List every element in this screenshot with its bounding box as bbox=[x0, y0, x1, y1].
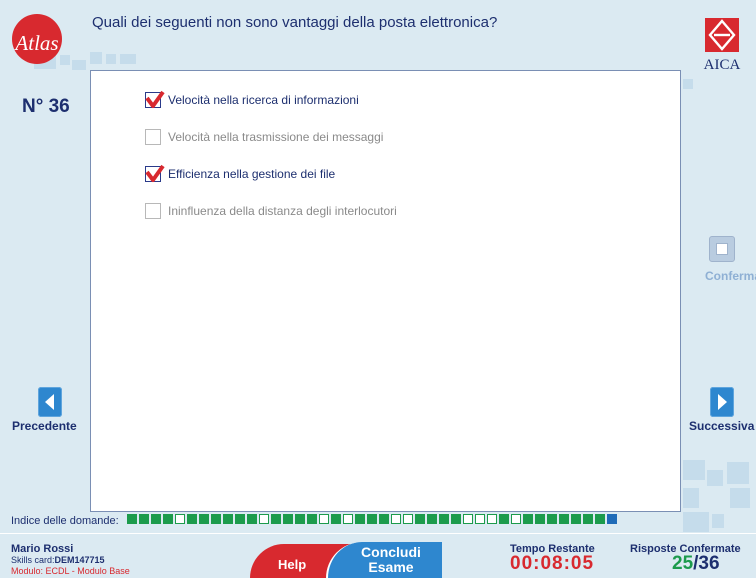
confirm-button[interactable] bbox=[709, 236, 735, 262]
checkbox-checked-icon[interactable] bbox=[145, 90, 165, 108]
atlas-logo: Atlas bbox=[12, 14, 62, 64]
question-index-item[interactable] bbox=[235, 514, 245, 524]
skills-card: Skills card:DEM147715 bbox=[11, 555, 105, 565]
arrow-right-icon bbox=[718, 394, 727, 410]
question-index-item[interactable] bbox=[127, 514, 137, 524]
question-number: N° 36 bbox=[22, 96, 70, 117]
checkbox-unchecked-icon[interactable] bbox=[145, 203, 161, 219]
skills-card-value: DEM147715 bbox=[54, 555, 105, 565]
arrow-left-icon bbox=[45, 394, 54, 410]
confirm-label[interactable]: Conferma bbox=[705, 269, 756, 283]
checkbox-unchecked-icon[interactable] bbox=[145, 129, 161, 145]
module-text: Modulo: ECDL - Modulo Base bbox=[11, 566, 130, 576]
question-index-item[interactable] bbox=[223, 514, 233, 524]
question-index-item[interactable] bbox=[451, 514, 461, 524]
user-name: Mario Rossi bbox=[11, 543, 74, 555]
aica-logo: AICA bbox=[694, 18, 750, 78]
question-index-item[interactable] bbox=[211, 514, 221, 524]
option-1[interactable]: Velocità nella ricerca di informazioni bbox=[145, 90, 359, 108]
previous-label[interactable]: Precedente bbox=[12, 419, 77, 433]
option-label: Ininfluenza della distanza degli interlo… bbox=[168, 204, 397, 218]
question-index-item[interactable] bbox=[475, 514, 485, 524]
question-index-item[interactable] bbox=[607, 514, 617, 524]
question-index-item[interactable] bbox=[571, 514, 581, 524]
question-index-item[interactable] bbox=[343, 514, 353, 524]
option-2[interactable]: Velocità nella trasmissione dei messaggi bbox=[145, 129, 383, 145]
question-index-item[interactable] bbox=[487, 514, 497, 524]
question-index-item[interactable] bbox=[175, 514, 185, 524]
question-index-item[interactable] bbox=[271, 514, 281, 524]
checkbox-checked-icon[interactable] bbox=[145, 164, 165, 182]
option-label: Efficienza nella gestione dei file bbox=[168, 167, 336, 181]
question-index-item[interactable] bbox=[427, 514, 437, 524]
question-index-item[interactable] bbox=[439, 514, 449, 524]
next-label[interactable]: Successiva bbox=[689, 419, 754, 433]
question-index-label: Indice delle domande: bbox=[11, 515, 119, 527]
option-label: Velocità nella trasmissione dei messaggi bbox=[168, 130, 384, 144]
confirmed-answers-value: 25/36 bbox=[672, 553, 720, 575]
question-index-item[interactable] bbox=[307, 514, 317, 524]
question-index-item[interactable] bbox=[511, 514, 521, 524]
question-index-item[interactable] bbox=[187, 514, 197, 524]
question-index-item[interactable] bbox=[463, 514, 473, 524]
question-index-item[interactable] bbox=[259, 514, 269, 524]
question-index-item[interactable] bbox=[391, 514, 401, 524]
question-index-item[interactable] bbox=[319, 514, 329, 524]
question-index-item[interactable] bbox=[535, 514, 545, 524]
option-4[interactable]: Ininfluenza della distanza degli interlo… bbox=[145, 203, 397, 219]
question-index-item[interactable] bbox=[355, 514, 365, 524]
aica-emblem-icon bbox=[705, 18, 739, 52]
question-index-item[interactable] bbox=[415, 514, 425, 524]
question-index-item[interactable] bbox=[547, 514, 557, 524]
question-index-item[interactable] bbox=[499, 514, 509, 524]
question-index-item[interactable] bbox=[559, 514, 569, 524]
question-index-item[interactable] bbox=[379, 514, 389, 524]
option-label: Velocità nella ricerca di informazioni bbox=[168, 93, 359, 107]
question-index-item[interactable] bbox=[331, 514, 341, 524]
skills-card-label: Skills card: bbox=[11, 555, 55, 565]
question-index-item[interactable] bbox=[403, 514, 413, 524]
question-index-item[interactable] bbox=[583, 514, 593, 524]
help-label[interactable]: Help bbox=[278, 557, 306, 572]
question-index-item[interactable] bbox=[295, 514, 305, 524]
previous-button[interactable] bbox=[38, 387, 62, 417]
question-text: Quali dei seguenti non sono vantaggi del… bbox=[92, 14, 498, 31]
question-index-item[interactable] bbox=[163, 514, 173, 524]
question-index-item[interactable] bbox=[595, 514, 605, 524]
question-index-item[interactable] bbox=[151, 514, 161, 524]
question-index bbox=[127, 514, 617, 524]
time-remaining-value: 00:08:05 bbox=[510, 553, 595, 574]
answer-panel: Velocità nella ricerca di informazioni V… bbox=[90, 70, 681, 512]
question-index-item[interactable] bbox=[283, 514, 293, 524]
question-index-item[interactable] bbox=[523, 514, 533, 524]
question-index-item[interactable] bbox=[247, 514, 257, 524]
aica-logo-text: AICA bbox=[703, 57, 741, 73]
question-index-item[interactable] bbox=[199, 514, 209, 524]
question-index-item[interactable] bbox=[367, 514, 377, 524]
question-index-item[interactable] bbox=[139, 514, 149, 524]
next-button[interactable] bbox=[710, 387, 734, 417]
option-3[interactable]: Efficienza nella gestione dei file bbox=[145, 164, 336, 182]
